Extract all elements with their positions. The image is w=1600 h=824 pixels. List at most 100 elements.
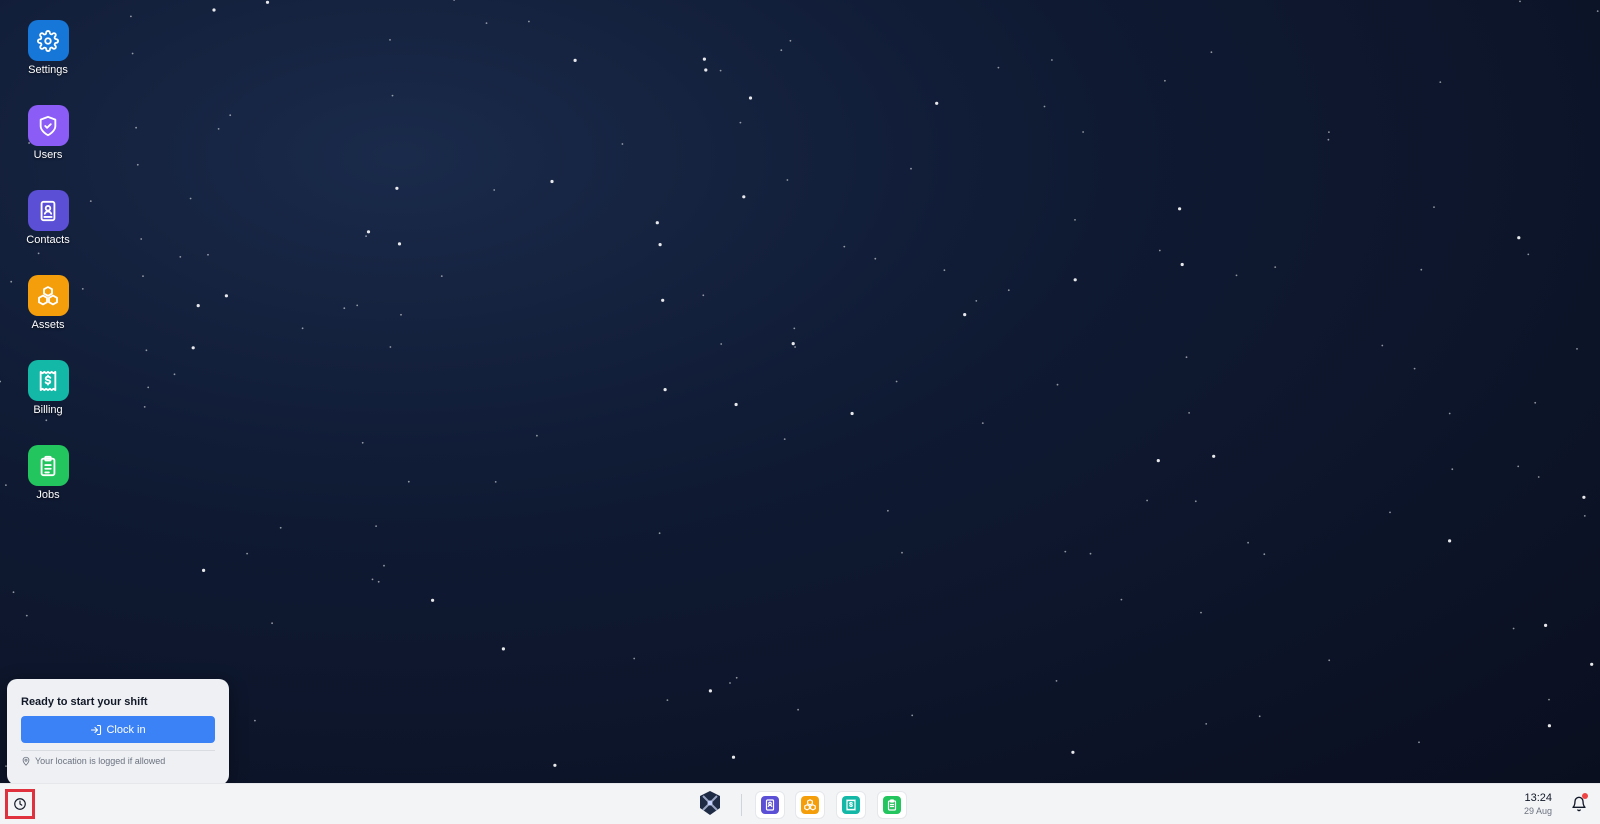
star (1527, 253, 1530, 256)
star (1073, 278, 1077, 282)
star (655, 221, 659, 225)
star (143, 406, 146, 408)
star (271, 622, 273, 625)
receipt-dollar-icon (846, 799, 856, 811)
star (658, 532, 661, 535)
taskbar-separator (741, 794, 742, 816)
star (212, 8, 216, 12)
star (135, 126, 138, 129)
star (207, 253, 209, 256)
star (550, 179, 554, 184)
notification-badge (1582, 793, 1588, 799)
star (1156, 459, 1160, 463)
billing-tile (27, 360, 69, 401)
star (45, 419, 48, 422)
star (1120, 598, 1123, 601)
taskbar-app-billing-tile (842, 796, 860, 814)
star (850, 411, 854, 416)
star (1519, 0, 1521, 3)
star (780, 49, 783, 52)
star (1146, 499, 1148, 502)
desktop-icon-billing[interactable]: Billing (18, 360, 78, 416)
star (997, 66, 1000, 69)
star (1512, 627, 1515, 630)
star (1544, 623, 1548, 628)
cubes-icon (38, 285, 58, 305)
clock-icon (14, 798, 26, 810)
star (375, 525, 377, 527)
star (791, 342, 795, 346)
star (343, 307, 346, 310)
star (901, 551, 903, 554)
star (742, 195, 746, 199)
star (887, 509, 889, 512)
star (1413, 367, 1416, 370)
contacts-tile (27, 190, 69, 231)
taskbar-app-jobs[interactable] (877, 791, 907, 819)
jobs-tile (27, 445, 69, 486)
star (189, 197, 192, 200)
star (1590, 662, 1594, 666)
star (797, 708, 799, 711)
taskbar: 13:24 29 Aug (0, 783, 1600, 824)
tray-clock[interactable]: 13:24 29 Aug (1524, 792, 1552, 817)
taskbar-app-contacts[interactable] (755, 791, 785, 819)
clock-in-button[interactable]: Clock in (21, 716, 215, 743)
star (493, 189, 496, 191)
star (794, 346, 796, 348)
star (389, 39, 391, 41)
star (453, 0, 455, 1)
star (1247, 541, 1249, 544)
star (1381, 344, 1384, 347)
star (191, 346, 195, 350)
star (89, 200, 92, 203)
star (1194, 500, 1197, 503)
app-logo-icon[interactable] (697, 790, 723, 816)
star (136, 163, 139, 166)
star (395, 186, 399, 190)
desktop-icon-label: Jobs (36, 489, 60, 501)
star (704, 68, 708, 72)
desktop-icon-jobs[interactable]: Jobs (18, 445, 78, 501)
star (1071, 750, 1075, 754)
receipt-dollar-icon (39, 370, 57, 391)
star (633, 657, 636, 660)
star (1327, 138, 1330, 141)
desktop-icon-assets[interactable]: Assets (18, 275, 78, 331)
star (431, 598, 435, 602)
star (1064, 550, 1067, 553)
star (739, 121, 742, 124)
clock-in-label: Clock in (106, 723, 146, 736)
desktop-icon-users[interactable]: Users (18, 105, 78, 161)
star (173, 373, 176, 376)
desktop-icon-settings[interactable]: Settings (18, 20, 78, 76)
star (1596, 10, 1599, 13)
star (1537, 476, 1540, 478)
star (748, 96, 753, 100)
divider (21, 750, 215, 751)
star (975, 300, 978, 302)
star (224, 294, 228, 298)
star (1158, 249, 1161, 252)
star (663, 388, 667, 392)
cubes-icon (804, 799, 816, 811)
shift-clock-button[interactable] (5, 789, 35, 819)
star (377, 580, 380, 583)
taskbar-app-billing[interactable] (836, 791, 866, 819)
taskbar-app-assets[interactable] (795, 791, 825, 819)
star (793, 327, 796, 330)
star (536, 434, 538, 437)
tray-time: 13:24 (1524, 792, 1552, 804)
star (25, 614, 28, 617)
star (1547, 724, 1551, 728)
taskbar-app-contacts-tile (761, 796, 779, 814)
taskbar-app-jobs-tile (883, 796, 901, 814)
star (485, 22, 488, 24)
notifications-button[interactable] (1564, 789, 1594, 819)
star (981, 422, 984, 424)
star (37, 252, 40, 255)
clock-in-popup: Ready to start your shift Clock in Your … (7, 679, 229, 785)
star (254, 719, 256, 722)
desktop-icon-contacts[interactable]: Contacts (18, 190, 78, 246)
star (1328, 659, 1331, 662)
